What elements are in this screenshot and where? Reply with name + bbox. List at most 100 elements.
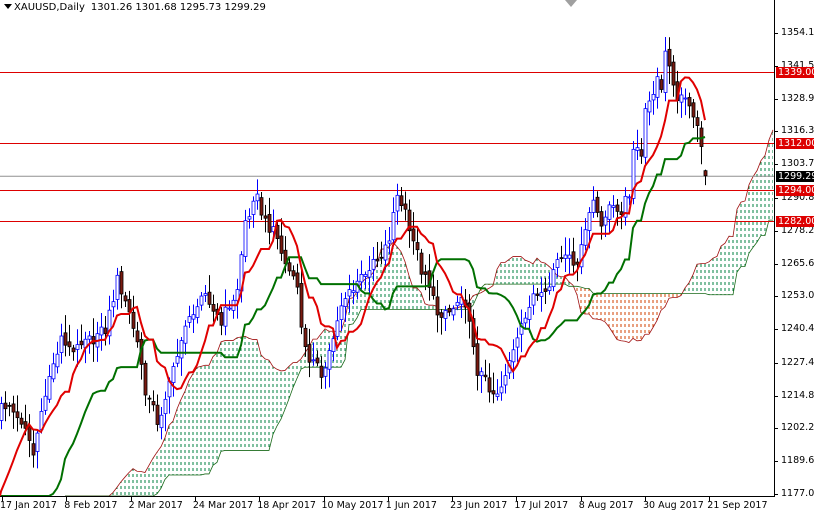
candle-body <box>603 216 608 226</box>
bearish-candle <box>31 429 36 468</box>
bullish-candle <box>247 208 252 229</box>
bearish-candle <box>131 295 136 338</box>
bearish-candle <box>147 395 152 414</box>
candle-body <box>263 215 268 219</box>
bearish-candle <box>123 291 128 308</box>
candle-body <box>691 102 696 118</box>
tenkan-sen-line <box>0 76 706 496</box>
bullish-candle <box>223 289 228 336</box>
candle-body <box>195 306 200 318</box>
price-tick-label: 1303.75 <box>781 158 814 170</box>
candle-body <box>251 200 256 215</box>
cloud-segment <box>181 391 185 476</box>
candle-body <box>51 363 56 380</box>
candle-body <box>155 404 160 425</box>
candle-body <box>495 393 500 397</box>
level-price-label: 1294.00 <box>776 184 814 196</box>
candle-body <box>483 374 488 378</box>
bearish-candle <box>307 328 312 378</box>
candle-body <box>323 367 328 377</box>
cloud-segment <box>697 263 701 294</box>
candle-body <box>247 216 252 220</box>
cloud-segment <box>757 160 761 243</box>
candle-body <box>475 343 480 376</box>
bearish-candle <box>267 197 272 245</box>
date-tick-label: 10 May 2017 <box>321 500 384 511</box>
candle-body <box>43 395 48 411</box>
candle-body <box>191 314 196 320</box>
bearish-candle <box>11 395 16 429</box>
candle-body <box>535 293 540 296</box>
cloud-segment <box>521 256 525 285</box>
bearish-candle <box>299 268 304 335</box>
candle-body <box>559 257 564 260</box>
cloud-segment <box>177 399 181 476</box>
bullish-candle <box>0 396 4 430</box>
candle-body <box>511 349 516 363</box>
candle-body <box>55 353 60 368</box>
chart-shift-marker-icon[interactable] <box>565 0 577 7</box>
bearish-candle <box>667 37 672 85</box>
bearish-candle <box>483 359 488 382</box>
cloud-segment <box>133 468 137 496</box>
candle-body <box>411 228 416 242</box>
candle-body <box>667 48 672 67</box>
candle-body <box>227 307 232 310</box>
candle-body <box>387 240 392 244</box>
candle-body <box>175 356 180 364</box>
candle-body <box>75 344 80 350</box>
cloud-segment <box>413 287 417 310</box>
candle-body <box>31 443 36 456</box>
candle-body <box>379 256 384 259</box>
cloud-segment <box>129 468 133 496</box>
cloud-segment <box>705 261 709 295</box>
cloud-segment <box>641 293 645 341</box>
candle-body <box>207 291 212 305</box>
bearish-candle <box>259 192 264 221</box>
candle-body <box>575 261 580 265</box>
bullish-candle <box>635 129 640 161</box>
candle-body <box>435 296 440 316</box>
bullish-candle <box>187 305 192 328</box>
cloud-segment <box>525 260 529 285</box>
price-tick-label: 1214.85 <box>781 389 814 401</box>
candle-body <box>291 270 296 277</box>
level-price-label: 1312.00 <box>776 137 814 149</box>
bullish-candle <box>243 209 248 263</box>
bullish-candle <box>643 102 648 165</box>
bearish-candle <box>27 414 32 458</box>
cloud-segment <box>145 465 149 496</box>
candle-body <box>307 344 312 363</box>
candle-body <box>371 259 376 270</box>
cloud-segment <box>253 339 257 451</box>
bullish-candle <box>655 67 660 109</box>
candle-body <box>0 403 4 421</box>
candle-body <box>335 320 340 337</box>
bearish-candle <box>687 92 692 119</box>
cloud-segment <box>725 236 729 295</box>
bearish-candle <box>19 412 24 429</box>
candle-body <box>567 254 572 259</box>
dropdown-triangle-icon[interactable] <box>4 4 12 9</box>
candle-body <box>515 337 520 348</box>
current-price-label: 1299.29 <box>776 170 814 182</box>
cloud-segment <box>137 471 141 496</box>
cloud-segment <box>209 356 213 474</box>
candle-body <box>71 347 76 353</box>
candle-body <box>527 306 532 320</box>
candle-body <box>143 362 148 396</box>
candle-body <box>547 286 552 291</box>
candle-body <box>343 298 348 307</box>
bearish-candle <box>411 212 416 255</box>
bullish-candle <box>179 336 184 376</box>
bullish-candle <box>551 263 556 292</box>
bearish-candle <box>151 390 156 412</box>
bearish-candle <box>119 265 124 309</box>
candle-body <box>375 258 380 262</box>
candle-body <box>383 244 388 261</box>
candle-body <box>503 375 508 386</box>
price-chart[interactable] <box>0 0 814 514</box>
candle-body <box>135 330 140 343</box>
cloud-segment <box>213 352 217 466</box>
candle-body <box>103 327 108 335</box>
